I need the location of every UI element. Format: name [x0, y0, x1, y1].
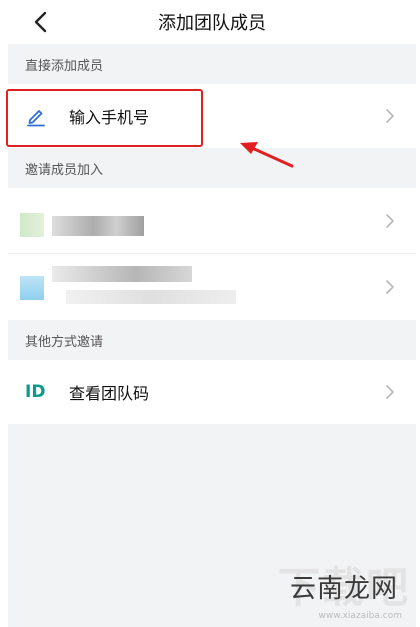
- blurred-name: [52, 216, 144, 236]
- blurred-avatar: [20, 213, 44, 237]
- member-row[interactable]: [8, 188, 416, 254]
- red-arrow-annotation: [240, 142, 294, 168]
- back-button[interactable]: [26, 8, 54, 36]
- chevron-right-icon: [386, 109, 394, 123]
- highlight-box: [6, 89, 203, 147]
- other-methods-group: ID 查看团队码: [8, 360, 416, 424]
- id-icon: ID: [25, 382, 46, 402]
- page-title: 添加团队成员: [158, 13, 266, 34]
- chevron-right-icon: [386, 213, 394, 228]
- team-code-label: 查看团队码: [69, 384, 150, 403]
- section-header-other: 其他方式邀请: [25, 334, 104, 350]
- blurred-name: [52, 266, 192, 282]
- watermark-text: 云南龙网: [289, 574, 398, 604]
- section-header-direct: 直接添加成员: [25, 58, 104, 74]
- navbar: 添加团队成员: [8, 0, 416, 44]
- chevron-left-icon: [34, 11, 47, 33]
- watermark-url: www.xiazaiba.com: [318, 611, 402, 621]
- section-header-invite: 邀请成员加入: [25, 162, 104, 178]
- chevron-right-icon: [386, 385, 394, 399]
- member-row[interactable]: [8, 254, 416, 320]
- blurred-subtitle: [66, 290, 236, 304]
- team-code-row[interactable]: ID 查看团队码: [8, 360, 416, 424]
- blurred-avatar: [20, 276, 44, 300]
- invite-members-group: [8, 188, 416, 320]
- chevron-right-icon: [386, 280, 394, 294]
